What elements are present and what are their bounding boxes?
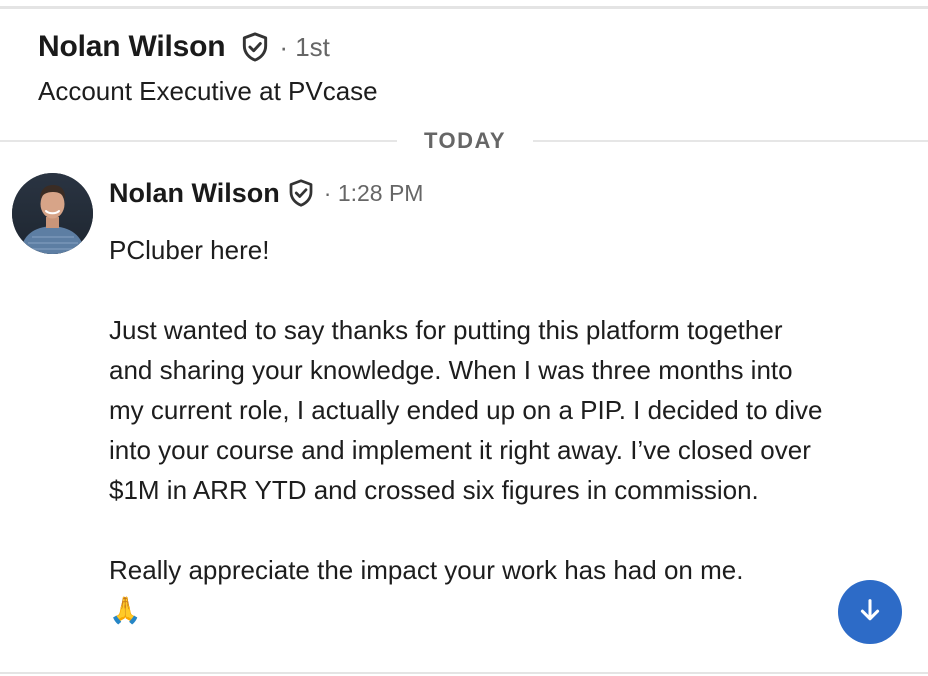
message-body: PCluber here! Just wanted to say thanks … xyxy=(109,230,829,630)
message-paragraph-1: PCluber here! xyxy=(109,235,270,265)
top-border xyxy=(0,6,928,9)
verified-shield-icon xyxy=(286,178,316,208)
verified-shield-icon xyxy=(239,31,271,63)
message-timestamp: · 1:28 PM xyxy=(323,179,424,206)
header-contact-name[interactable]: Nolan Wilson xyxy=(38,30,226,64)
scroll-to-bottom-button[interactable] xyxy=(838,580,902,644)
date-divider-label: TODAY xyxy=(423,128,507,153)
message-sender-name[interactable]: Nolan Wilson xyxy=(109,178,280,209)
header-contact-title: Account Executive at PVcase xyxy=(38,76,378,106)
avatar[interactable] xyxy=(12,173,93,254)
message-header: Nolan Wilson · 1:28 PM xyxy=(109,176,423,210)
divider-line-right xyxy=(533,140,928,142)
connection-degree: · 1st xyxy=(279,31,330,62)
conversation-header: Nolan Wilson · 1st Account Executive at … xyxy=(38,28,898,107)
header-name-row: Nolan Wilson · 1st xyxy=(38,28,898,66)
divider-line-left xyxy=(0,140,397,142)
message-emoji-line: 🙏 xyxy=(109,590,829,630)
arrow-down-icon xyxy=(856,596,884,629)
date-divider: TODAY xyxy=(0,126,928,156)
message-paragraph-3: Really appreciate the impact your work h… xyxy=(109,555,744,585)
bottom-border xyxy=(0,672,928,674)
message-paragraph-2: Just wanted to say thanks for putting th… xyxy=(109,315,823,505)
folded-hands-emoji: 🙏 xyxy=(109,595,142,625)
